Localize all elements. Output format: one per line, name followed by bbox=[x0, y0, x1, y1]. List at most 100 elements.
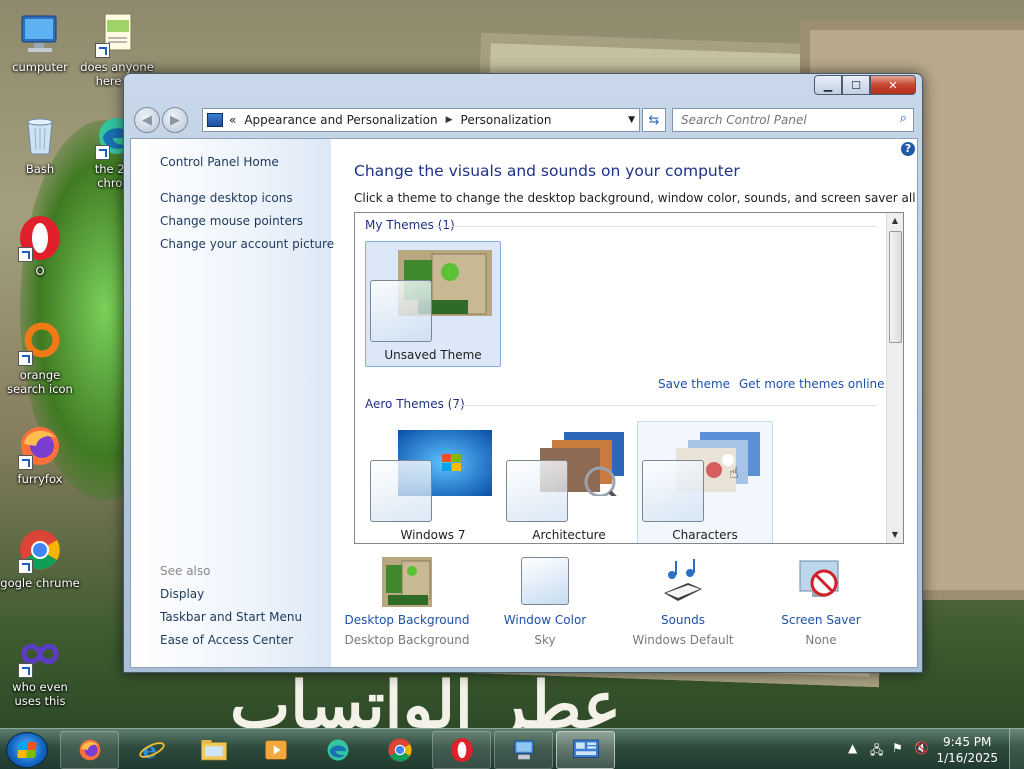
scroll-down-icon[interactable]: ▼ bbox=[887, 527, 903, 543]
taskbar-opera[interactable] bbox=[432, 731, 491, 769]
desktop-icon-chrome[interactable]: gogle chrume bbox=[0, 526, 80, 590]
breadcrumb-appearance[interactable]: Appearance and Personalization bbox=[244, 113, 437, 127]
screen-saver-value: None bbox=[805, 633, 837, 647]
desktop-background-setting[interactable]: Desktop Background Desktop Background bbox=[341, 557, 473, 647]
computer-icon bbox=[16, 10, 64, 58]
ease-of-access-link[interactable]: Ease of Access Center bbox=[160, 633, 293, 647]
group-divider bbox=[435, 226, 877, 227]
desktop-icon-computer[interactable]: cumputer bbox=[0, 10, 80, 74]
desktop-icon-firefox[interactable]: furryfox bbox=[0, 422, 80, 486]
theme-tile-unsaved[interactable]: Unsaved Theme bbox=[365, 241, 501, 367]
sounds-link[interactable]: Sounds bbox=[617, 613, 749, 627]
theme-tile-architecture[interactable]: Architecture bbox=[501, 421, 637, 543]
desktop-icon-label: Bash bbox=[25, 162, 55, 176]
personalization-window: ▁ ☐ ✕ ◀ ▶ « Appearance and Personalizati… bbox=[123, 73, 923, 673]
breadcrumb-separator-icon[interactable]: ▶ bbox=[446, 115, 453, 125]
network-tray-icon[interactable]: 🖧 bbox=[870, 741, 883, 762]
shortcut-arrow-icon bbox=[18, 351, 33, 366]
screen-saver-setting[interactable]: Screen Saver None bbox=[755, 557, 887, 647]
shortcut-arrow-icon bbox=[95, 43, 110, 58]
edge-icon bbox=[327, 739, 348, 761]
sounds-value: Windows Default bbox=[632, 633, 734, 647]
taskbar-media-player[interactable] bbox=[246, 731, 305, 769]
taskbar-internet-explorer[interactable]: e bbox=[122, 731, 181, 769]
taskbar-explorer[interactable] bbox=[184, 731, 243, 769]
scroll-thumb[interactable] bbox=[889, 231, 902, 343]
breadcrumb-prefix[interactable]: « bbox=[229, 113, 236, 127]
display-link[interactable]: Display bbox=[160, 587, 204, 601]
internet-explorer-icon: e bbox=[138, 738, 165, 764]
themes-list: My Themes (1) Unsaved Theme Save theme G… bbox=[354, 212, 904, 544]
forward-button[interactable]: ▶ bbox=[162, 107, 188, 133]
theme-window-color-swatch bbox=[370, 460, 432, 522]
shortcut-arrow-icon bbox=[18, 247, 33, 262]
left-task-pane: Control Panel Home Change desktop icons … bbox=[131, 139, 334, 667]
themes-scrollbar[interactable]: ▲ ▼ bbox=[886, 213, 903, 543]
shortcut-arrow-icon bbox=[95, 145, 110, 160]
folder-icon bbox=[200, 740, 227, 761]
taskbar-network[interactable] bbox=[494, 731, 553, 769]
address-bar[interactable]: « Appearance and Personalization ▶ Perso… bbox=[202, 108, 640, 132]
page-description: Click a theme to change the desktop back… bbox=[354, 191, 918, 205]
window-color-setting[interactable]: Window Color Sky bbox=[479, 557, 611, 647]
desktop-icon-label: gogle chrume bbox=[0, 576, 80, 590]
taskbar-firefox[interactable] bbox=[60, 731, 119, 769]
clock[interactable]: 9:45 PM 1/16/2025 bbox=[936, 734, 998, 766]
change-mouse-pointers-link[interactable]: Change mouse pointers bbox=[160, 214, 303, 228]
taskbar-start-menu-link[interactable]: Taskbar and Start Menu bbox=[160, 610, 302, 624]
chrome-icon bbox=[387, 738, 412, 762]
control-panel-home-link[interactable]: Control Panel Home bbox=[160, 155, 279, 169]
sounds-icon bbox=[658, 557, 708, 607]
back-button[interactable]: ◀ bbox=[134, 107, 160, 133]
show-hidden-icons-icon[interactable]: ▲ bbox=[848, 741, 857, 755]
opera-icon bbox=[450, 738, 473, 762]
volume-muted-icon[interactable]: 🔇 bbox=[914, 741, 929, 755]
search-box[interactable]: ⌕ bbox=[672, 108, 914, 132]
window-color-value: Sky bbox=[534, 633, 556, 647]
taskbar: e ▲ 🖧 ⚑ 🔇 9:45 PM 1/16/2025 bbox=[0, 728, 1024, 769]
desktop-icon-opera[interactable]: O bbox=[0, 214, 80, 278]
theme-tile-characters[interactable]: Characters bbox=[637, 421, 773, 543]
minimize-icon: ▁ bbox=[823, 78, 833, 92]
start-button[interactable] bbox=[6, 732, 48, 768]
desktop-icon-label: orange search icon bbox=[7, 368, 73, 396]
desktop-background-link[interactable]: Desktop Background bbox=[341, 613, 473, 627]
aero-themes-title: Aero Themes (7) bbox=[365, 397, 465, 411]
sounds-setting[interactable]: Sounds Windows Default bbox=[617, 557, 749, 647]
taskbar-chrome[interactable] bbox=[370, 731, 429, 769]
close-button[interactable]: ✕ bbox=[870, 75, 916, 95]
desktop-icon-recycle-bin[interactable]: Bash bbox=[0, 112, 80, 176]
taskbar-edge[interactable] bbox=[308, 731, 367, 769]
taskbar-control-panel[interactable] bbox=[556, 731, 615, 769]
desktop-icon-label: O bbox=[35, 264, 45, 278]
maximize-button[interactable]: ☐ bbox=[842, 75, 870, 95]
get-more-themes-link[interactable]: Get more themes online bbox=[739, 377, 885, 391]
shortcut-arrow-icon bbox=[18, 663, 33, 678]
desktop-icon-label: cumputer bbox=[12, 60, 68, 74]
window-color-link[interactable]: Window Color bbox=[479, 613, 611, 627]
refresh-button[interactable]: ⇆ bbox=[642, 108, 666, 132]
help-icon[interactable]: ? bbox=[901, 142, 915, 156]
screen-saver-link[interactable]: Screen Saver bbox=[755, 613, 887, 627]
media-player-icon bbox=[264, 740, 287, 760]
theme-tile-windows7[interactable]: Windows 7 bbox=[365, 421, 501, 543]
breadcrumb-personalization[interactable]: Personalization bbox=[461, 113, 552, 127]
desktop-icon-infinity[interactable]: who even uses this bbox=[0, 630, 80, 708]
change-account-picture-link[interactable]: Change your account picture bbox=[160, 237, 334, 251]
desktop-icon-label: furryfox bbox=[17, 472, 63, 486]
action-center-flag-icon[interactable]: ⚑ bbox=[892, 741, 903, 755]
my-themes-title: My Themes (1) bbox=[365, 218, 455, 232]
theme-window-color-swatch bbox=[506, 460, 568, 522]
search-icon[interactable]: ⌕ bbox=[900, 111, 907, 126]
address-dropdown-icon[interactable]: ▼ bbox=[628, 115, 635, 125]
navigation-bar: ◀ ▶ « Appearance and Personalization ▶ P… bbox=[130, 104, 916, 136]
change-desktop-icons-link[interactable]: Change desktop icons bbox=[160, 191, 293, 205]
search-input[interactable] bbox=[679, 110, 883, 130]
theme-window-color-swatch bbox=[370, 280, 432, 342]
minimize-button[interactable]: ▁ bbox=[814, 75, 842, 95]
save-theme-link[interactable]: Save theme bbox=[658, 377, 730, 391]
page-heading: Change the visuals and sounds on your co… bbox=[354, 162, 740, 180]
scroll-up-icon[interactable]: ▲ bbox=[887, 213, 903, 229]
desktop-icon-orange-search[interactable]: orange search icon bbox=[0, 318, 80, 396]
show-desktop-button[interactable] bbox=[1009, 729, 1024, 769]
